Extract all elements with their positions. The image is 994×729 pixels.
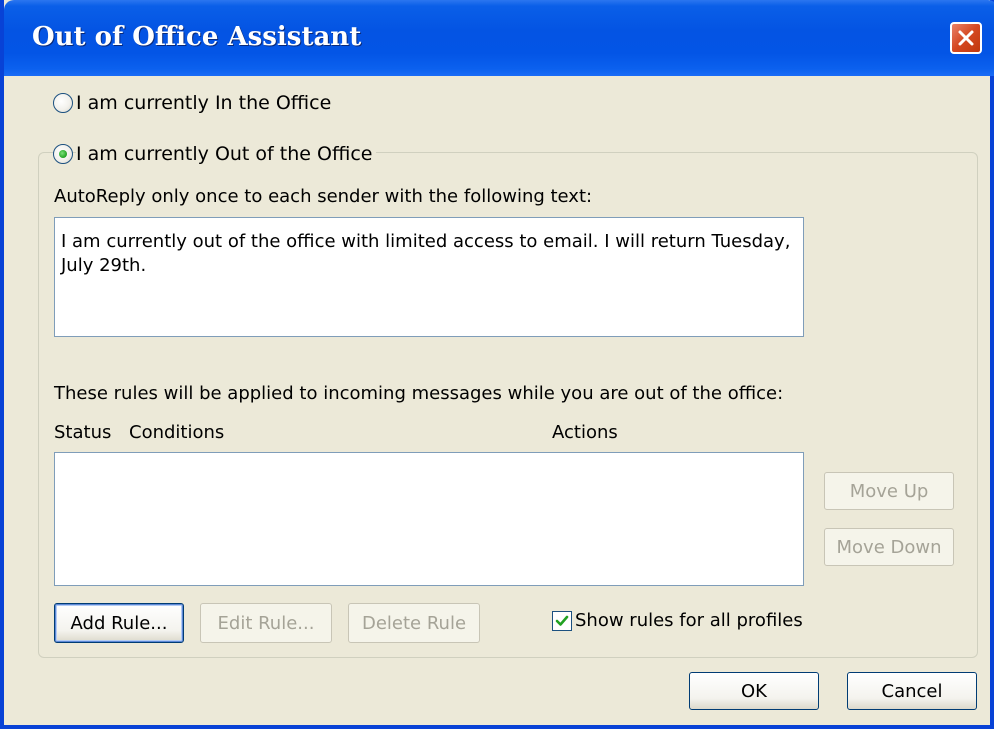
window-title: Out of Office Assistant	[32, 22, 362, 52]
show-all-profiles-label: Show rules for all profiles	[575, 610, 803, 631]
column-header-status[interactable]: Status	[54, 422, 111, 443]
radio-out-office-button[interactable]	[53, 144, 73, 164]
radio-in-office[interactable]: I am currently In the Office	[53, 92, 336, 114]
radio-out-office[interactable]: I am currently Out of the Office	[53, 143, 377, 165]
autoreply-textarea[interactable]: I am currently out of the office with li…	[54, 217, 804, 337]
autoreply-label: AutoReply only once to each sender with …	[54, 186, 593, 207]
edit-rule-button[interactable]: Edit Rule...	[200, 603, 332, 643]
out-of-office-dialog: Out of Office Assistant I am currently I…	[0, 0, 994, 729]
delete-rule-button[interactable]: Delete Rule	[348, 603, 480, 643]
dialog-client-area: I am currently In the Office I am curren…	[4, 76, 990, 725]
add-rule-button[interactable]: Add Rule...	[54, 603, 184, 643]
column-header-conditions[interactable]: Conditions	[129, 422, 224, 443]
radio-out-office-label: I am currently Out of the Office	[76, 143, 377, 165]
close-button[interactable]	[950, 22, 982, 54]
checkmark-icon	[555, 615, 569, 626]
move-down-button[interactable]: Move Down	[824, 528, 954, 566]
title-bar[interactable]: Out of Office Assistant	[4, 0, 994, 76]
radio-in-office-label: I am currently In the Office	[76, 92, 336, 114]
show-all-profiles-checkbox-row[interactable]: Show rules for all profiles	[552, 610, 803, 631]
move-up-button[interactable]: Move Up	[824, 472, 954, 510]
ok-button[interactable]: OK	[689, 672, 819, 710]
rules-label: These rules will be applied to incoming …	[54, 383, 784, 404]
column-header-actions[interactable]: Actions	[552, 422, 618, 443]
cancel-button[interactable]: Cancel	[847, 672, 977, 710]
close-icon	[958, 30, 974, 46]
radio-in-office-button[interactable]	[53, 93, 73, 113]
show-all-profiles-checkbox[interactable]	[552, 610, 572, 631]
rules-list[interactable]	[54, 452, 804, 586]
